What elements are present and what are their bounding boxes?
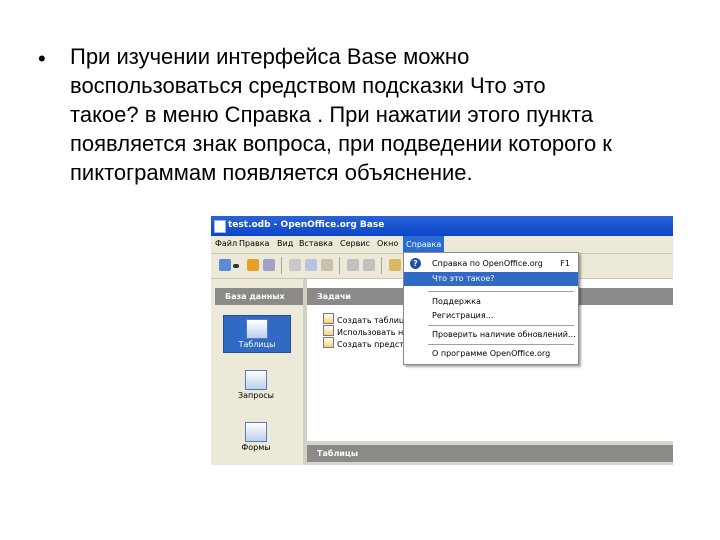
menu-separator [428, 344, 574, 345]
slide-text-line: При изучении интерфейса Base можно [70, 44, 470, 69]
menu-item-label: Справка по OpenOffice.org [432, 259, 543, 268]
slide-text-line: пиктограммам появляется объяснение. [70, 160, 473, 185]
queries-icon [245, 370, 267, 390]
task-label: Создать предст... [337, 340, 412, 349]
open-folder-icon[interactable] [247, 259, 259, 271]
create-view-icon [323, 337, 334, 348]
wizard-icon [323, 325, 334, 336]
menu-item-label: Поддержка [432, 297, 481, 306]
help-menu-item-registration[interactable]: Регистрация... [404, 309, 578, 323]
task-label: Создать таблиц... [337, 316, 412, 325]
menu-insert[interactable]: Вставка [299, 239, 333, 248]
database-pane: База данных Таблицы Запросы Формы [211, 279, 303, 465]
sort-desc-icon[interactable] [363, 259, 375, 271]
menu-file[interactable]: Файл [215, 239, 237, 248]
forms-tile[interactable]: Формы [223, 419, 289, 459]
queries-label: Запросы [238, 391, 274, 400]
sort-icon[interactable] [347, 259, 359, 271]
create-table-icon [323, 313, 334, 324]
save-icon[interactable] [263, 259, 275, 271]
window-titlebar: test.odb - OpenOffice.org Base [211, 216, 673, 236]
menu-tools[interactable]: Сервис [340, 239, 370, 248]
task-item[interactable]: Использовать на... [323, 325, 416, 337]
menu-item-label: Регистрация... [432, 311, 494, 320]
task-item[interactable]: Создать таблиц... [323, 313, 412, 325]
new-document-icon[interactable] [219, 259, 231, 271]
app-screenshot: test.odb - OpenOffice.org Base Файл Прав… [211, 216, 673, 465]
question-icon: ? [410, 258, 421, 269]
window-title: test.odb - OpenOffice.org Base [228, 220, 385, 230]
menu-window[interactable]: Окно [377, 239, 398, 248]
help-menu-item-about[interactable]: О программе OpenOffice.org [404, 347, 578, 361]
slide-text: При изучении интерфейса Base можно воспо… [70, 42, 690, 187]
forms-label: Формы [241, 443, 271, 452]
menu-separator [428, 325, 574, 326]
menu-item-shortcut: F1 [560, 259, 570, 268]
menu-item-label: Проверить наличие обновлений... [432, 330, 576, 339]
tables-pane-header: Таблицы [307, 445, 673, 462]
tables-band: Таблицы [307, 441, 673, 465]
bullet-mark: • [38, 46, 46, 71]
menu-help[interactable]: Справка [403, 236, 445, 253]
toolbar-separator [339, 257, 340, 274]
forms-icon [245, 422, 267, 442]
queries-tile[interactable]: Запросы [223, 367, 289, 407]
database-pane-header: База данных [215, 288, 303, 305]
slide-text-line: воспользоваться средством подсказки Что … [70, 73, 546, 98]
database-file-icon [214, 220, 226, 233]
menu-item-label: Что это такое? [432, 274, 495, 283]
help-menu-item-check-updates[interactable]: Проверить наличие обновлений... [404, 328, 578, 342]
paste-icon[interactable] [321, 259, 333, 271]
form-icon[interactable] [389, 259, 401, 271]
menu-edit[interactable]: Правка [239, 239, 269, 248]
slide-text-line: появляется знак вопроса, при подведении … [70, 131, 612, 156]
tables-label: Таблицы [238, 340, 276, 349]
copy-icon[interactable] [305, 259, 317, 271]
task-item[interactable]: Создать предст... [323, 337, 412, 349]
tables-tile[interactable]: Таблицы [223, 315, 291, 353]
cut-icon[interactable] [289, 259, 301, 271]
help-menu-dropdown: ? Справка по OpenOffice.org F1 Что это т… [403, 252, 579, 365]
dropdown-arrow-icon[interactable] [233, 264, 239, 268]
toolbar-separator [381, 257, 382, 274]
help-menu-item-openoffice-help[interactable]: ? Справка по OpenOffice.org F1 [404, 257, 578, 271]
help-menu-item-support[interactable]: Поддержка [404, 295, 578, 309]
menu-separator [428, 291, 574, 292]
menu-item-label: О программе OpenOffice.org [432, 349, 551, 358]
toolbar-separator [281, 257, 282, 274]
tables-icon [246, 319, 268, 339]
slide-text-line: такое? в меню Справка . При нажатии этог… [70, 102, 594, 127]
help-menu-item-whats-this[interactable]: Что это такое? [404, 272, 578, 286]
menu-view[interactable]: Вид [277, 239, 293, 248]
